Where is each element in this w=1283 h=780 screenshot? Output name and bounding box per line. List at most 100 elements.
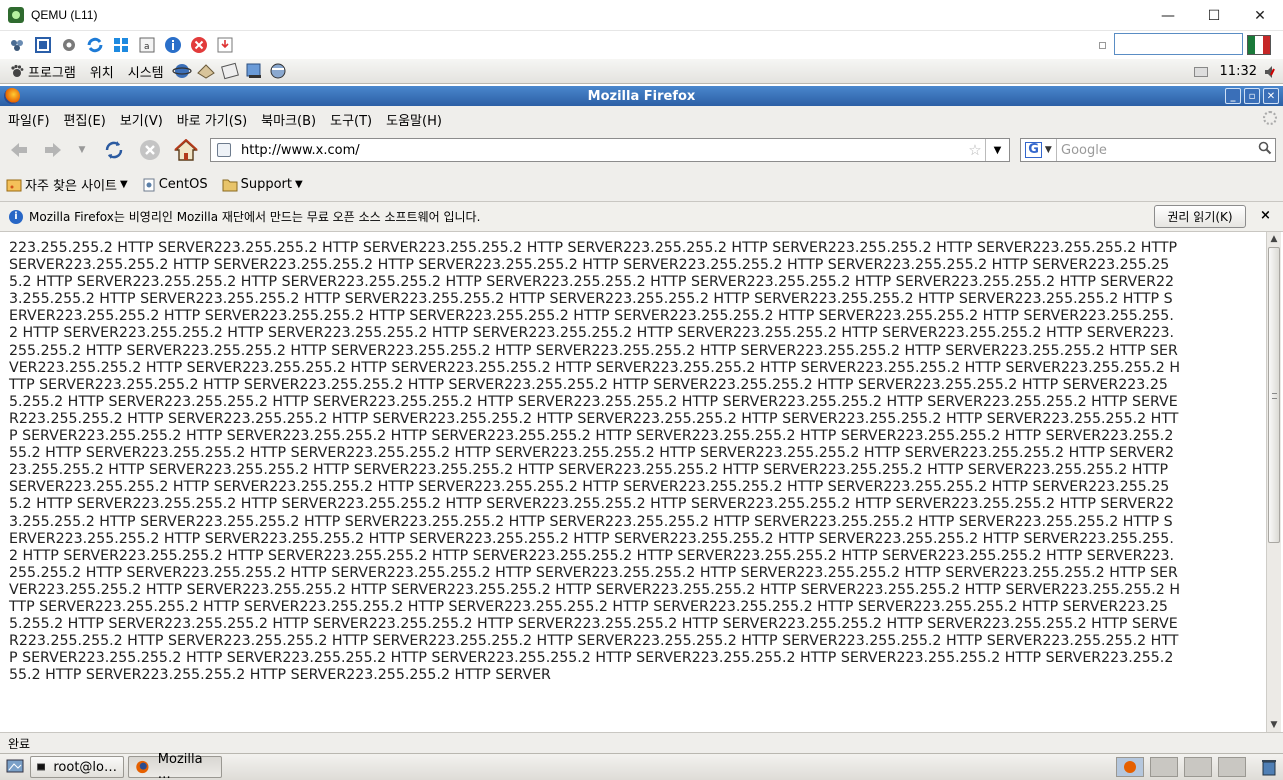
scroll-down-arrow-icon[interactable]: ▼ [1267,718,1281,732]
notes-launcher-icon[interactable] [244,61,266,81]
gnome-menus: 프로그램 위치 시스템 [28,62,178,81]
globe-launcher-icon[interactable] [172,61,194,81]
page-body-text: 223.255.255.2 HTTP SERVER223.255.255.2 H… [9,240,1180,684]
trash-icon[interactable] [1260,758,1278,776]
notification-bar: i Mozilla Firefox는 비영리인 Mozilla 재단에서 만드는… [0,202,1283,232]
back-button[interactable] [6,137,32,163]
gnome-foot-icon [6,64,28,78]
qemu-toolbar: a [0,31,1283,59]
address-bar[interactable]: http://www.x.com/ ☆ ▼ [210,138,1010,162]
menu-view[interactable]: 보기(V) [120,110,163,129]
menu-tools[interactable]: 도구(T) [330,110,372,129]
stop-icon[interactable] [189,35,209,55]
firefox-maximize-icon[interactable]: ▫ [1244,88,1260,104]
firefox-logo-icon [4,88,20,104]
bookmark-most-visited[interactable]: 자주 찾은 사이트 ▼ [6,175,128,194]
menu-go[interactable]: 바로 가기(S) [177,110,247,129]
menu-file[interactable]: 파일(F) [8,110,50,129]
gnome-top-panel: 프로그램 위치 시스템 11:32 [0,59,1283,84]
engine-dropdown-icon: ▼ [1044,145,1052,155]
taskbar-item-firefox[interactable]: Mozilla … [128,752,222,780]
qemu-logo-icon [8,7,24,23]
page-content[interactable]: 223.255.255.2 HTTP SERVER223.255.255.2 H… [0,232,1266,732]
firefox-window-controls: _ ▫ ✕ [1222,88,1279,104]
status-text: 완료 [8,736,31,751]
workspace-3[interactable] [1184,757,1212,777]
status-bar: 완료 [0,732,1283,753]
gnome-panel-tray: 11:32 [1193,59,1283,84]
show-desktop-icon[interactable] [6,758,26,776]
site-identity-icon[interactable] [217,143,231,157]
plugin-icon[interactable] [7,35,27,55]
settings-icon[interactable] [59,35,79,55]
workspace-4[interactable] [1218,757,1246,777]
search-placeholder[interactable]: Google [1061,143,1255,158]
menu-places[interactable]: 위치 [90,62,114,81]
bookmark-centos[interactable]: CentOS [142,177,208,192]
history-dropdown-icon[interactable]: ▼ [72,137,92,163]
firefox-navbar: ▼ http://www.x.com/ ☆ ▼ G ▼ Google [0,132,1283,168]
home-button[interactable] [173,137,199,163]
forward-arrow-icon [45,143,61,157]
folder-icon [222,179,238,191]
know-your-rights-button[interactable]: 권리 읽기(K) [1154,205,1246,228]
menu-help[interactable]: 도움말(H) [386,110,442,129]
toggle-square-icon[interactable] [1099,42,1106,49]
chevron-down-icon: ▼ [295,179,303,190]
workspace-2[interactable] [1150,757,1178,777]
menu-applications[interactable]: 프로그램 [28,62,76,81]
download-icon[interactable] [215,35,235,55]
firefox-menubar: 파일(F) 편집(E) 보기(V) 바로 가기(S) 북마크(B) 도구(T) … [0,106,1283,132]
network-launcher-icon[interactable] [268,61,290,81]
firefox-window-title: Mozilla Firefox [587,88,696,104]
reload-icon [105,141,123,159]
home-icon [174,139,198,161]
stop-button[interactable] [137,137,163,163]
bookmark-star-icon[interactable]: ☆ [965,141,985,159]
refresh-icon[interactable] [85,35,105,55]
windows-icon[interactable] [111,35,131,55]
workspace-1[interactable] [1116,757,1144,777]
throbber-icon [1263,111,1277,125]
forward-button[interactable] [40,137,66,163]
search-engine-selector[interactable]: G ▼ [1021,139,1057,161]
url-history-dropdown-icon[interactable]: ▼ [985,139,1009,161]
minimize-button[interactable]: — [1145,0,1191,31]
qemu-window-title: QEMU (L11) [31,8,98,22]
taskbar-item-terminal[interactable]: root@lo… [30,756,124,778]
url-text[interactable]: http://www.x.com/ [241,143,965,158]
search-magnifier-icon[interactable] [1255,141,1275,159]
google-engine-icon: G [1025,142,1042,158]
firefox-task-icon [136,760,149,774]
svg-text:a: a [144,42,150,52]
keyboard-layout-icon[interactable] [1247,35,1271,55]
volume-icon[interactable] [1263,64,1277,80]
qemu-window-controls: — ☐ ✕ [1145,0,1283,31]
panel-clock[interactable]: 11:32 [1220,64,1257,79]
menu-bookmarks[interactable]: 북마크(B) [261,110,316,129]
mail-launcher-icon[interactable] [196,61,218,81]
notification-info-icon: i [9,209,23,224]
bookmark-support[interactable]: Support ▼ [222,177,303,192]
qemu-command-input[interactable] [1114,33,1243,55]
info-icon[interactable] [163,35,183,55]
firefox-close-icon[interactable]: ✕ [1263,88,1279,104]
page-icon [143,178,155,191]
search-bar[interactable]: G ▼ Google [1020,138,1276,162]
notification-close-icon[interactable]: × [1260,208,1271,223]
maximize-button[interactable]: ☐ [1191,0,1237,31]
keyboard-indicator-icon[interactable] [1193,66,1208,77]
menu-edit[interactable]: 편집(E) [64,110,106,129]
qemu-titlebar: QEMU (L11) — ☐ ✕ [0,0,1283,31]
menu-system[interactable]: 시스템 [128,62,164,81]
vertical-scrollbar[interactable]: ▲ ▼ [1266,232,1281,732]
terminal-icon[interactable]: a [137,35,157,55]
bookmarks-toolbar: 자주 찾은 사이트 ▼ CentOS Support ▼ [0,168,1283,202]
firefox-minimize-icon[interactable]: _ [1225,88,1241,104]
scrollbar-thumb[interactable] [1268,247,1280,543]
scroll-up-arrow-icon[interactable]: ▲ [1267,232,1281,246]
editor-launcher-icon[interactable] [220,61,242,81]
fullscreen-icon[interactable] [33,35,53,55]
reload-button[interactable] [101,137,127,163]
close-button[interactable]: ✕ [1237,0,1283,31]
